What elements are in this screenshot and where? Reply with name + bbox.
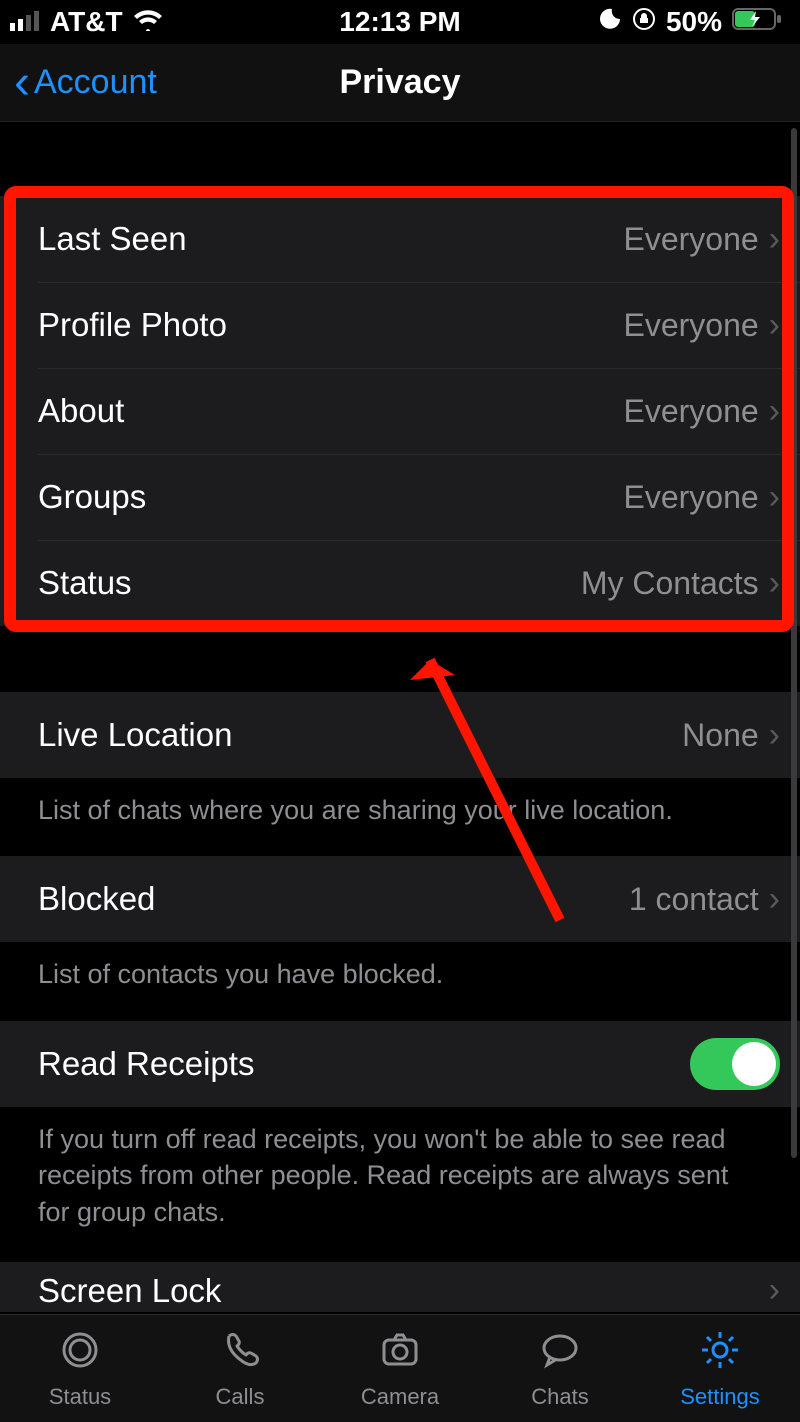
row-label: Last Seen <box>38 220 187 258</box>
phone-icon <box>218 1328 262 1378</box>
chevron-right-icon: › <box>769 306 780 345</box>
battery-icon <box>732 6 782 38</box>
row-value: Everyone <box>623 307 768 344</box>
status-bar: AT&T 12:13 PM 50% <box>0 0 800 44</box>
row-about[interactable]: About Everyone › <box>0 368 800 454</box>
wifi-icon <box>133 6 163 38</box>
row-value: None <box>682 717 769 754</box>
carrier-label: AT&T <box>50 6 123 38</box>
tab-label: Camera <box>361 1384 439 1410</box>
row-label: Screen Lock <box>38 1272 221 1310</box>
scroll-indicator[interactable] <box>791 128 797 1158</box>
tab-bar: Status Calls Camera Chats <box>0 1314 800 1422</box>
chat-icon <box>538 1328 582 1378</box>
row-label: About <box>38 392 124 430</box>
row-status[interactable]: Status My Contacts › <box>0 540 800 626</box>
row-read-receipts: Read Receipts <box>0 1021 800 1107</box>
row-value: My Contacts <box>581 565 769 602</box>
row-profile-photo[interactable]: Profile Photo Everyone › <box>0 282 800 368</box>
tab-status[interactable]: Status <box>0 1315 160 1422</box>
row-label: Blocked <box>38 880 155 918</box>
chevron-right-icon: › <box>769 716 780 755</box>
row-value: Everyone <box>623 479 768 516</box>
chevron-right-icon: › <box>769 564 780 603</box>
chevron-right-icon: › <box>769 392 780 431</box>
chevron-right-icon: › <box>769 1271 780 1310</box>
privacy-visibility-group: Last Seen Everyone › Profile Photo Every… <box>0 196 800 626</box>
row-label: Profile Photo <box>38 306 227 344</box>
row-live-location[interactable]: Live Location None › <box>0 692 800 778</box>
row-value: Everyone <box>623 393 768 430</box>
row-groups[interactable]: Groups Everyone › <box>0 454 800 540</box>
battery-percent: 50% <box>666 6 722 38</box>
blocked-footer: List of contacts you have blocked. <box>0 942 800 1020</box>
row-blocked[interactable]: Blocked 1 contact › <box>0 856 800 942</box>
camera-icon <box>378 1328 422 1378</box>
chevron-right-icon: › <box>769 880 780 919</box>
read-receipts-toggle[interactable] <box>690 1038 780 1090</box>
row-last-seen[interactable]: Last Seen Everyone › <box>0 196 800 282</box>
row-label: Live Location <box>38 716 232 754</box>
tab-label: Status <box>49 1384 111 1410</box>
chevron-right-icon: › <box>769 220 780 259</box>
row-label: Read Receipts <box>38 1045 254 1083</box>
nav-header: ‹ Account Privacy <box>0 44 800 122</box>
tab-settings[interactable]: Settings <box>640 1315 800 1422</box>
do-not-disturb-icon <box>598 6 622 38</box>
back-button[interactable]: ‹ Account <box>0 59 157 107</box>
cellular-signal-icon <box>10 6 40 38</box>
tab-label: Settings <box>680 1384 760 1410</box>
screen-lock-group: Screen Lock › <box>0 1262 800 1312</box>
chevron-left-icon: ‹ <box>14 59 30 107</box>
row-value: 1 contact <box>629 881 769 918</box>
tab-label: Calls <box>216 1384 265 1410</box>
content-scroll[interactable]: Last Seen Everyone › Profile Photo Every… <box>0 122 800 1314</box>
tab-label: Chats <box>531 1384 588 1410</box>
read-receipts-group: Read Receipts <box>0 1021 800 1107</box>
row-screen-lock[interactable]: Screen Lock › <box>0 1262 800 1312</box>
row-label: Status <box>38 564 132 602</box>
orientation-lock-icon <box>632 6 656 38</box>
row-label: Groups <box>38 478 146 516</box>
tab-chats[interactable]: Chats <box>480 1315 640 1422</box>
back-label: Account <box>34 63 157 102</box>
chevron-right-icon: › <box>769 478 780 517</box>
row-value: Everyone <box>623 221 768 258</box>
gear-icon <box>698 1328 742 1378</box>
blocked-group: Blocked 1 contact › <box>0 856 800 942</box>
status-icon <box>58 1328 102 1378</box>
read-receipts-footer: If you turn off read receipts, you won't… <box>0 1107 800 1258</box>
tab-calls[interactable]: Calls <box>160 1315 320 1422</box>
tab-camera[interactable]: Camera <box>320 1315 480 1422</box>
live-location-group: Live Location None › <box>0 692 800 778</box>
live-location-footer: List of chats where you are sharing your… <box>0 778 800 856</box>
